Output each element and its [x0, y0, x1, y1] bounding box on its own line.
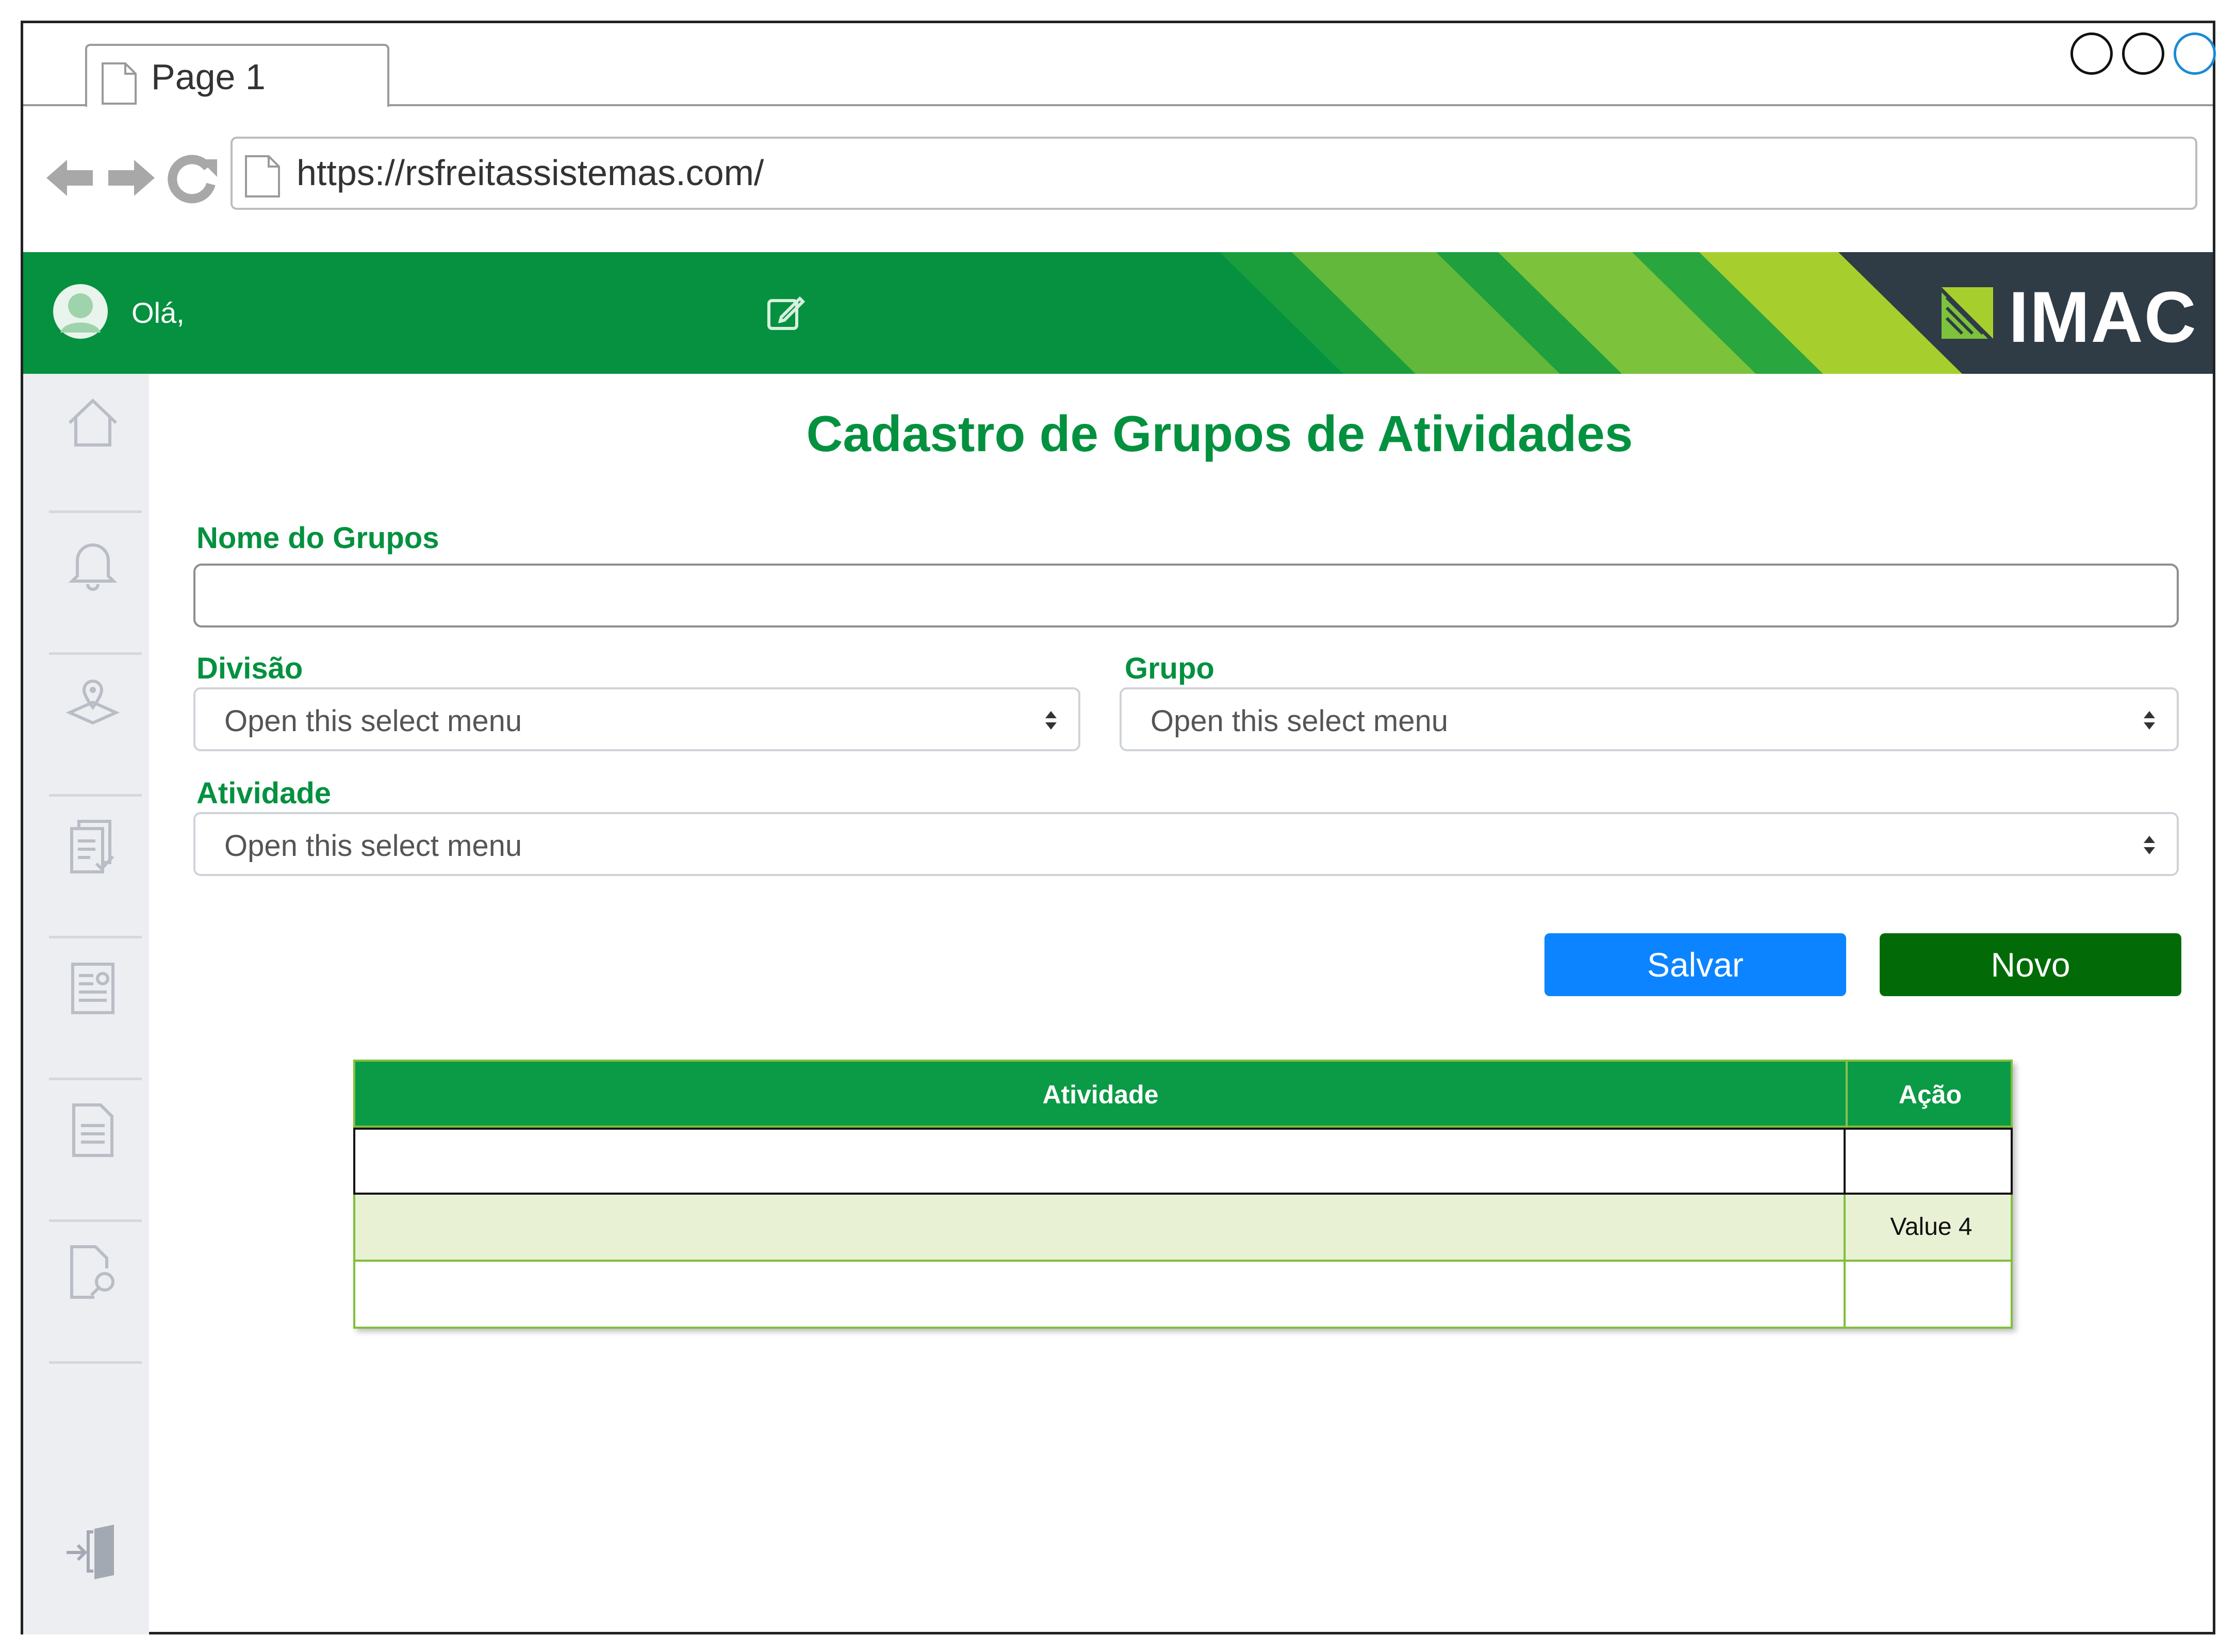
- browser-tab[interactable]: Page 1: [85, 44, 389, 107]
- sidebar-separator: [49, 1219, 142, 1222]
- sidebar-item-logout[interactable]: [49, 1503, 142, 1642]
- sidebar: [23, 374, 149, 1634]
- browser-window: Page 1 https://rsfreitassistemas.com/ Ol…: [21, 21, 2216, 1634]
- nome-grupos-input[interactable]: [193, 564, 2179, 627]
- user-avatar[interactable]: [52, 283, 109, 340]
- sidebar-item-documents[interactable]: [49, 798, 142, 937]
- home-icon: [68, 398, 118, 447]
- table-row[interactable]: [353, 1262, 2013, 1329]
- map-pin-icon: [65, 680, 120, 725]
- cell-divider: [1844, 1130, 1846, 1193]
- table-cell-acao: [1848, 1262, 2015, 1327]
- tab-title: Page 1: [151, 57, 266, 97]
- sidebar-item-certificates[interactable]: [49, 939, 142, 1079]
- app-header: Olá, IMAC: [23, 252, 2213, 374]
- page-icon: [244, 154, 281, 201]
- sidebar-separator: [49, 936, 142, 938]
- table-row[interactable]: Value 4: [353, 1195, 2013, 1262]
- imac-logo-mark-icon: [1942, 287, 1993, 341]
- grupo-select[interactable]: Open this select menu: [1120, 687, 2179, 751]
- edit-icon[interactable]: [766, 293, 805, 335]
- sidebar-separator: [49, 1361, 142, 1364]
- atividade-select-placeholder: Open this select menu: [224, 829, 522, 863]
- sidebar-item-map[interactable]: [49, 656, 142, 795]
- atividade-label: Atividade: [196, 777, 332, 810]
- sidebar-separator: [49, 510, 142, 513]
- table-cell-acao: Value 4: [1890, 1213, 1972, 1241]
- table-row[interactable]: [353, 1128, 2013, 1195]
- header-stripes: [1220, 252, 2213, 374]
- forward-arrow-icon[interactable]: [106, 152, 157, 206]
- activities-table: Atividade Ação Value 4: [353, 1060, 2013, 1329]
- documents-check-icon: [70, 820, 114, 873]
- page-title: Cadastro de Grupos de Atividades: [806, 405, 1633, 462]
- sidebar-item-search-documents[interactable]: [49, 1223, 142, 1362]
- url-text: https://rsfreitassistemas.com/: [297, 153, 764, 193]
- imac-logo-text: IMAC: [2009, 276, 2197, 357]
- save-button[interactable]: Salvar: [1544, 933, 1846, 996]
- address-bar[interactable]: https://rsfreitassistemas.com/: [231, 137, 2197, 210]
- sidebar-separator: [49, 652, 142, 655]
- document-search-icon: [70, 1245, 114, 1299]
- bell-icon: [68, 543, 118, 591]
- logout-icon: [67, 1525, 114, 1579]
- column-header-acao: Ação: [1898, 1080, 1962, 1109]
- window-minimize-button[interactable]: [2070, 32, 2113, 75]
- grupo-label: Grupo: [1125, 652, 1214, 685]
- divisao-select[interactable]: Open this select menu: [193, 687, 1080, 751]
- sidebar-separator: [49, 794, 142, 797]
- divisao-label: Divisão: [196, 652, 303, 685]
- divisao-select-placeholder: Open this select menu: [224, 704, 522, 738]
- sidebar-item-home[interactable]: [49, 374, 142, 513]
- sidebar-separator: [49, 1078, 142, 1080]
- certificate-icon: [71, 963, 114, 1014]
- cell-divider: [1844, 1262, 1846, 1327]
- select-caret-icon: [2142, 834, 2157, 859]
- greeting-text: Olá,: [131, 296, 185, 329]
- column-header-atividade: Atividade: [1042, 1080, 1159, 1109]
- page-icon: [101, 61, 138, 108]
- atividade-select[interactable]: Open this select menu: [193, 812, 2179, 876]
- sidebar-item-reports[interactable]: [49, 1081, 142, 1220]
- document-icon: [72, 1103, 113, 1157]
- select-caret-icon: [2142, 709, 2157, 734]
- back-arrow-icon[interactable]: [44, 152, 95, 206]
- select-caret-icon: [1043, 709, 1059, 734]
- grupo-select-placeholder: Open this select menu: [1150, 704, 1449, 738]
- table-cell-acao: [1848, 1130, 2015, 1193]
- window-close-button[interactable]: [2174, 32, 2216, 75]
- nome-label: Nome do Grupos: [196, 521, 439, 555]
- cell-divider: [1844, 1195, 1846, 1260]
- table-header: Atividade Ação: [353, 1060, 2013, 1128]
- sidebar-item-notifications[interactable]: [49, 514, 142, 653]
- window-maximize-button[interactable]: [2122, 32, 2164, 75]
- refresh-icon[interactable]: [168, 152, 219, 206]
- new-button[interactable]: Novo: [1880, 933, 2181, 996]
